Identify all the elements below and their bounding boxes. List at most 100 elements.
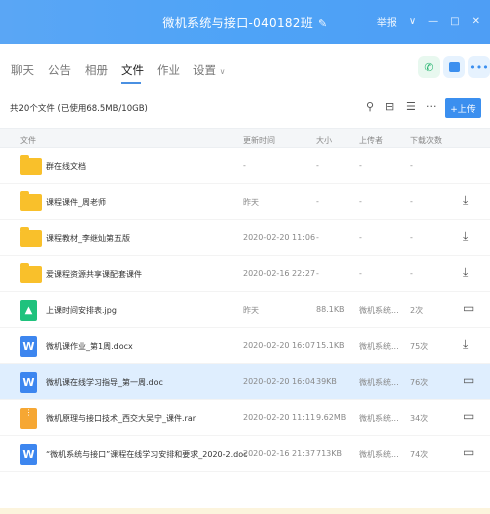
header-modified[interactable]: 更新时间 <box>243 135 275 146</box>
folder-icon <box>20 155 42 175</box>
table-row[interactable]: 群在线文档 - - - - <box>0 148 490 184</box>
tab-settings[interactable]: 设置 ∨ <box>193 62 226 78</box>
download-count: 34次 <box>410 414 429 423</box>
file-name: 课程教材_李继灿第五版 <box>46 234 130 243</box>
folder-icon <box>20 263 42 283</box>
modified-time: 昨天 <box>243 306 259 315</box>
file-name: 微机课在线学习指导_第一周.doc <box>46 378 163 387</box>
image-file-icon: ▲ <box>20 300 37 321</box>
phone-call-button[interactable]: ✆ <box>418 56 440 78</box>
chevron-down-icon[interactable]: ∨ <box>409 16 416 27</box>
minimize-button[interactable]: — <box>428 16 438 27</box>
file-name: 上课时间安排表.jpg <box>46 306 117 315</box>
file-name: “微机系统与接口”课程在线学习安排和要求_2020-2.doc <box>46 450 248 459</box>
download-count: - <box>410 269 413 278</box>
file-name: 群在线文档 <box>46 162 86 171</box>
table-row[interactable]: ⋮ 微机原理与接口技术_西交大吴宁_课件.rar 2020-02-20 11:1… <box>0 400 490 436</box>
download-count: 75次 <box>410 342 429 351</box>
table-row[interactable]: W 微机课在线学习指导_第一周.doc 2020-02-20 16:04 39K… <box>0 364 490 400</box>
uploader: 微机系统... <box>359 306 399 315</box>
download-count: 2次 <box>410 306 424 315</box>
upload-button[interactable]: +上传 <box>445 98 481 118</box>
tab-homework[interactable]: 作业 <box>157 62 180 78</box>
download-count: - <box>410 233 413 242</box>
header-file[interactable]: 文件 <box>20 135 36 146</box>
download-manager-icon[interactable]: ⊟ <box>385 100 394 113</box>
file-size: 713KB <box>316 449 343 458</box>
modified-time: 2020-02-16 21:37 <box>243 449 316 458</box>
file-size: 15.1KB <box>316 341 345 350</box>
word-file-icon: W <box>20 372 37 393</box>
tab-album[interactable]: 相册 <box>85 62 108 78</box>
word-file-icon: W <box>20 444 37 465</box>
file-name: 微机课作业_第1周.docx <box>46 342 133 351</box>
uploader: - <box>359 197 362 206</box>
modified-time: 2020-02-20 11:06 <box>243 233 316 242</box>
edit-pencil-icon[interactable]: ✎ <box>318 17 328 30</box>
file-size: - <box>316 197 319 206</box>
table-row[interactable]: 爱课程资源共享课配套课件 2020-02-16 22:27 - - - ⤓ <box>0 256 490 292</box>
table-row[interactable]: ▲ 上课时间安排表.jpg 昨天 88.1KB 微机系统... 2次 ▭ <box>0 292 490 328</box>
report-button[interactable]: 举报 <box>377 14 397 29</box>
download-icon[interactable]: ⤓ <box>463 193 468 208</box>
search-icon[interactable]: ⚲ <box>366 100 374 113</box>
modified-time: - <box>243 161 246 170</box>
close-button[interactable]: ✕ <box>472 16 480 27</box>
open-folder-icon[interactable]: ▭ <box>463 409 474 423</box>
download-count: 76次 <box>410 378 429 387</box>
file-name: 微机原理与接口技术_西交大吴宁_课件.rar <box>46 414 197 423</box>
maximize-button[interactable]: □ <box>450 16 459 27</box>
group-tabs: 聊天 公告 相册 文件 作业 设置 ∨ ✆ ••• <box>0 44 490 90</box>
uploader: - <box>359 269 362 278</box>
download-icon[interactable]: ⤓ <box>463 229 468 244</box>
uploader: 微机系统... <box>359 414 399 423</box>
uploader: 微机系统... <box>359 450 399 459</box>
window-controls: 举报 ∨ — □ ✕ <box>377 14 480 29</box>
tab-files[interactable]: 文件 <box>121 62 144 78</box>
more-options-button[interactable]: ••• <box>468 56 490 78</box>
phone-icon: ✆ <box>424 60 434 74</box>
table-row[interactable]: 课程教材_李继灿第五版 2020-02-20 11:06 - - - ⤓ <box>0 220 490 256</box>
modified-time: 2020-02-20 11:11 <box>243 413 316 422</box>
word-file-icon: W <box>20 336 37 357</box>
chevron-down-icon: ∨ <box>219 67 226 76</box>
table-row[interactable]: 课程课件_周老师 昨天 - - - ⤓ <box>0 184 490 220</box>
open-folder-icon[interactable]: ▭ <box>463 373 474 387</box>
header-downloads[interactable]: 下载次数 <box>410 135 442 146</box>
bottom-strip <box>0 508 490 514</box>
file-toolbar: 共20个文件 (已使用68.5MB/10GB) ⚲ ⊟ ☰ ··· +上传 <box>0 90 490 124</box>
uploader: 微机系统... <box>359 342 399 351</box>
download-icon[interactable]: ⤓ <box>463 337 468 352</box>
more-icon[interactable]: ··· <box>426 100 437 113</box>
modified-time: 昨天 <box>243 198 259 207</box>
modified-time: 2020-02-16 22:27 <box>243 269 316 278</box>
file-table: 文件 更新时间 大小 上传者 下载次数 群在线文档 - - - - 课程课件_周… <box>0 128 490 472</box>
header-uploader[interactable]: 上传者 <box>359 135 383 146</box>
header-size[interactable]: 大小 <box>316 135 332 146</box>
open-folder-icon[interactable]: ▭ <box>463 445 474 459</box>
open-folder-icon[interactable]: ▭ <box>463 301 474 315</box>
download-count: - <box>410 197 413 206</box>
tab-settings-label: 设置 <box>193 63 216 77</box>
download-count: 74次 <box>410 450 429 459</box>
table-row[interactable]: W “微机系统与接口”课程在线学习安排和要求_2020-2.doc 2020-0… <box>0 436 490 472</box>
download-icon[interactable]: ⤓ <box>463 265 468 280</box>
archive-file-icon: ⋮ <box>20 408 37 429</box>
tab-announcement[interactable]: 公告 <box>48 62 71 78</box>
file-size: - <box>316 233 319 242</box>
file-size: 39KB <box>316 377 337 386</box>
file-size: 9.62MB <box>316 413 347 422</box>
tab-chat[interactable]: 聊天 <box>11 62 34 78</box>
file-size: 88.1KB <box>316 305 345 314</box>
modified-time: 2020-02-20 16:07 <box>243 341 316 350</box>
more-icon: ••• <box>469 60 489 74</box>
table-header: 文件 更新时间 大小 上传者 下载次数 <box>0 128 490 148</box>
chat-share-button[interactable] <box>443 56 465 78</box>
table-row[interactable]: W 微机课作业_第1周.docx 2020-02-20 16:07 15.1KB… <box>0 328 490 364</box>
list-view-icon[interactable]: ☰ <box>406 100 416 113</box>
file-name: 爱课程资源共享课配套课件 <box>46 270 142 279</box>
title-bar: 微机系统与接口-040182班 ✎ 举报 ∨ — □ ✕ <box>0 0 490 44</box>
message-icon <box>448 62 460 72</box>
window-title-text: 微机系统与接口-040182班 <box>162 16 314 30</box>
file-size: - <box>316 161 319 170</box>
